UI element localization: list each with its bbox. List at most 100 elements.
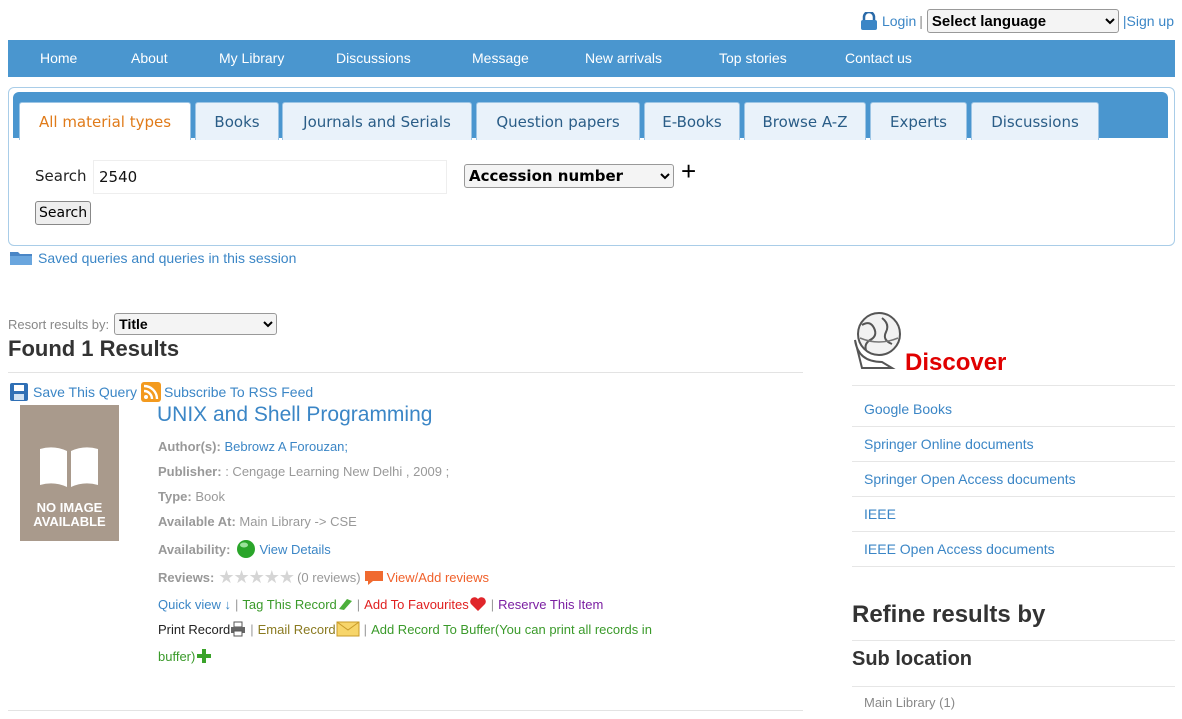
add-field-button[interactable]: + [681, 158, 696, 184]
printer-icon [231, 621, 246, 637]
search-panel: All material types Books Journals and Se… [8, 87, 1175, 246]
divider [852, 640, 1175, 641]
search-label: Search [35, 167, 87, 185]
ieee-open-access-link[interactable]: IEEE Open Access documents [864, 541, 1055, 557]
print-record-link[interactable]: Print Record [158, 622, 230, 637]
record-author: Author(s): Bebrowz A Forouzan; [158, 439, 348, 454]
material-tabs: All material types Books Journals and Se… [13, 92, 1168, 140]
nav-message[interactable]: Message [472, 50, 529, 66]
search-button[interactable]: Search [35, 201, 92, 225]
divider [852, 496, 1175, 497]
add-favourites-link[interactable]: Add To Favourites [364, 597, 469, 612]
save-query-link[interactable]: Save This Query [33, 384, 137, 400]
envelope-icon [336, 621, 360, 637]
search-field-select[interactable]: Accession number [464, 164, 674, 188]
google-books-link[interactable]: Google Books [864, 401, 952, 417]
divider [852, 686, 1175, 687]
nav-contact-us[interactable]: Contact us [845, 50, 912, 66]
tab-discussions[interactable]: Discussions [971, 102, 1099, 140]
globe-icon [854, 312, 901, 369]
ieee-link[interactable]: IEEE [864, 506, 896, 522]
add-to-buffer-link-cont[interactable]: buffer) [158, 649, 195, 664]
tag-icon [338, 599, 352, 610]
record-available-at: Available At: Main Library -> CSE [158, 514, 357, 529]
separator: | [490, 596, 495, 612]
record-actions-2: Print Record | Email Record | Add Record… [158, 621, 652, 637]
nav-about[interactable]: About [131, 50, 168, 66]
tab-journals[interactable]: Journals and Serials [282, 102, 472, 140]
no-image-text-2: AVAILABLE [33, 514, 106, 529]
quick-view-link[interactable]: Quick view ↓ [158, 597, 231, 612]
tab-ebooks[interactable]: E-Books [644, 102, 740, 140]
separator: | [919, 13, 923, 29]
record-availability: Availability: View Details [158, 539, 331, 559]
publisher-label: Publisher: [158, 464, 222, 479]
subscribe-rss-link[interactable]: Subscribe To RSS Feed [164, 384, 313, 400]
no-image-text-1: NO IMAGE [36, 500, 103, 515]
nav-discussions[interactable]: Discussions [336, 50, 411, 66]
discover-header: Discover [852, 310, 1006, 376]
divider [852, 461, 1175, 462]
view-add-reviews-link[interactable]: View/Add reviews [387, 570, 489, 585]
refine-heading: Refine results by [852, 601, 1046, 628]
login-link[interactable]: Login [882, 13, 916, 29]
tab-question-papers[interactable]: Question papers [476, 102, 640, 140]
discover-title: Discover [905, 349, 1007, 376]
author-link[interactable]: Bebrowz A Forouzan; [224, 439, 348, 454]
main-nav: Home About My Library Discussions Messag… [8, 40, 1175, 77]
resort-label: Resort results by: [8, 316, 110, 332]
divider [852, 566, 1175, 567]
top-bar: Login | Select language |Sign up [859, 9, 1174, 33]
divider [8, 710, 803, 711]
saved-queries-link[interactable]: Saved queries and queries in this sessio… [38, 250, 296, 266]
separator: | [250, 621, 254, 637]
reviews-label: Reviews: [158, 570, 215, 585]
saved-queries: Saved queries and queries in this sessio… [10, 250, 296, 266]
folder-icon [10, 252, 32, 265]
main-library-filter[interactable]: Main Library (1) [864, 695, 955, 710]
nav-home[interactable]: Home [40, 50, 77, 66]
record-reviews: Reviews: ★★★★★ (0 reviews) View/Add revi… [158, 567, 489, 588]
nav-new-arrivals[interactable]: New arrivals [585, 50, 662, 66]
signup-link[interactable]: |Sign up [1123, 13, 1174, 29]
add-to-buffer-link[interactable]: Add Record To Buffer(You can print all r… [371, 622, 652, 637]
sub-location-heading: Sub location [852, 648, 972, 670]
springer-online-link[interactable]: Springer Online documents [864, 436, 1034, 452]
search-input[interactable] [93, 160, 447, 194]
divider [852, 531, 1175, 532]
separator: | [363, 621, 368, 637]
rating-stars: ★★★★★ [218, 567, 295, 587]
tab-all-material-types[interactable]: All material types [19, 102, 191, 140]
record-actions-1: Quick view ↓ | Tag This Record | Add To … [158, 596, 603, 612]
record-actions-3: buffer) [158, 648, 212, 664]
plus-icon [197, 649, 212, 663]
available-value: Main Library -> CSE [239, 514, 357, 529]
language-select[interactable]: Select language [926, 9, 1119, 33]
availability-label: Availability: [158, 541, 231, 557]
lock-icon [860, 12, 877, 30]
email-record-link[interactable]: Email Record [258, 622, 336, 637]
comment-icon [364, 570, 383, 585]
resort-select[interactable]: Title [114, 313, 278, 335]
publisher-value: : Cengage Learning New Delhi , 2009 ; [225, 464, 450, 479]
nav-top-stories[interactable]: Top stories [719, 50, 787, 66]
nav-my-library[interactable]: My Library [219, 50, 284, 66]
tag-record-link[interactable]: Tag This Record [242, 597, 336, 612]
tab-books[interactable]: Books [195, 102, 279, 140]
tab-experts[interactable]: Experts [870, 102, 967, 140]
record-title[interactable]: UNIX and Shell Programming [157, 403, 432, 427]
view-details-link[interactable]: View Details [259, 542, 330, 557]
author-label: Author(s): [158, 439, 221, 454]
separator: | [356, 596, 361, 612]
divider [852, 426, 1175, 427]
resort-control: Resort results by: Title [8, 313, 278, 335]
type-value: Book [195, 489, 225, 504]
rss-icon [141, 382, 162, 402]
heart-icon [469, 597, 486, 611]
springer-open-access-link[interactable]: Springer Open Access documents [864, 471, 1076, 487]
no-image-thumbnail: NO IMAGE AVAILABLE [20, 405, 119, 541]
save-disk-icon [10, 383, 28, 401]
reviews-count: (0 reviews) [297, 570, 361, 585]
reserve-item-link[interactable]: Reserve This Item [498, 597, 603, 612]
tab-browse-az[interactable]: Browse A-Z [744, 102, 866, 140]
